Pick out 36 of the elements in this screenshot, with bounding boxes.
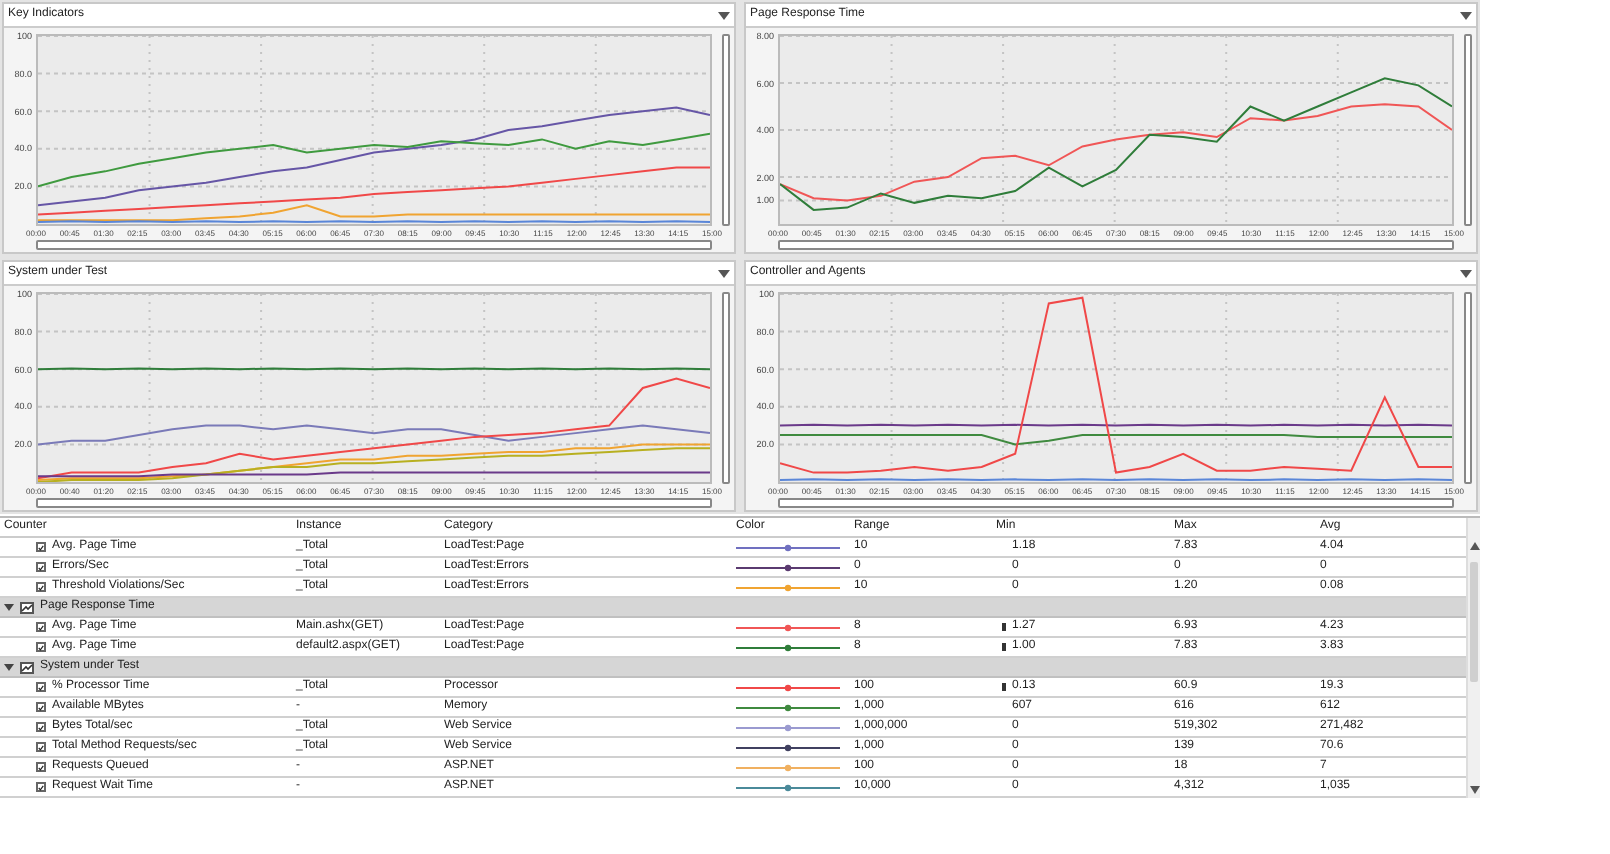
checkbox[interactable] [36,702,46,712]
dropdown-caret-icon[interactable] [1460,269,1472,277]
checkbox[interactable] [36,682,46,692]
scroll-thumb[interactable] [1470,562,1478,682]
chart-group-icon [20,601,34,613]
vertical-zoom-bar[interactable] [1464,292,1472,484]
checkbox[interactable] [36,782,46,792]
chart-group-icon [20,661,34,673]
checkbox[interactable] [36,742,46,752]
horizontal-zoom-bar[interactable] [778,498,1454,508]
expand-triangle-icon[interactable] [4,662,14,672]
expand-triangle-icon[interactable] [4,602,14,612]
checkbox[interactable] [36,542,46,552]
dropdown-caret-icon[interactable] [718,269,730,277]
vertical-zoom-bar[interactable] [722,292,730,484]
legend-line-icon[interactable] [736,703,840,711]
checkbox[interactable] [36,582,46,592]
vertical-zoom-bar[interactable] [722,34,730,226]
checkbox[interactable] [36,762,46,772]
checkbox[interactable] [36,642,46,652]
scroll-up-icon[interactable] [1469,542,1479,550]
horizontal-zoom-bar[interactable] [36,240,712,250]
horizontal-zoom-bar[interactable] [778,240,1454,250]
scrollbar[interactable] [1466,518,1480,798]
legend-line-icon[interactable] [736,743,840,751]
horizontal-zoom-bar[interactable] [36,498,712,508]
checkbox[interactable] [36,622,46,632]
checkbox[interactable] [36,562,46,572]
checkbox[interactable] [36,722,46,732]
legend-line-icon[interactable] [736,643,840,651]
legend-line-icon[interactable] [736,563,840,571]
dropdown-caret-icon[interactable] [718,11,730,19]
dropdown-caret-icon[interactable] [1460,11,1472,19]
vertical-zoom-bar[interactable] [1464,34,1472,226]
scroll-down-icon[interactable] [1469,786,1479,794]
legend-line-icon[interactable] [736,543,840,551]
